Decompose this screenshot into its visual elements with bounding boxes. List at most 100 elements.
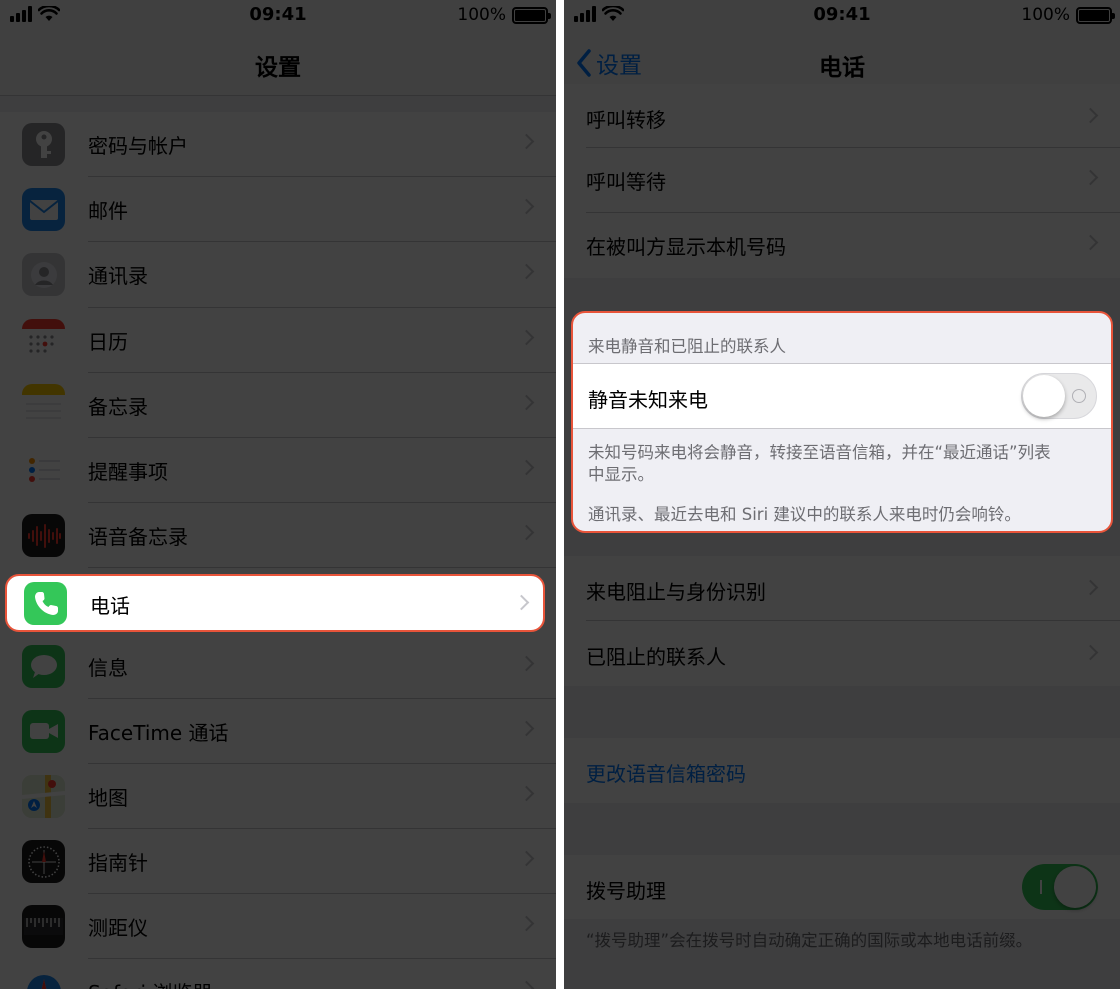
row-label: 更改语音信箱密码 [586,762,746,786]
show-caller-id-row[interactable]: 在被叫方显示本机号码 [564,213,1120,278]
measure-icon [22,905,65,949]
safari-icon [22,970,65,989]
settings-item-label: Safari 浏览器 [88,977,212,989]
settings-item-messages[interactable]: 信息 [0,634,556,699]
row-label: 在被叫方显示本机号码 [586,235,786,259]
settings-item-reminders[interactable]: 提醒事项 [0,438,556,504]
silence-unknown-callers-section: 来电静音和已阻止的联系人 静音未知来电 未知号码来电将会静音，转接至语音信箱，并… [571,311,1113,533]
chevron-right-icon [518,981,535,989]
blocked-contacts-row[interactable]: 已阻止的联系人 [564,621,1120,686]
voicemail-group: 更改语音信箱密码 [564,738,1120,803]
row-label: 静音未知来电 [588,388,708,412]
settings-item-label: 邮件 [88,199,128,224]
settings-item-label: 测距仪 [88,916,148,941]
row-label: 来电阻止与身份识别 [586,580,766,604]
status-bar: 09:41 100% [0,0,556,32]
silence-unknown-callers-toggle[interactable] [1021,373,1097,419]
contacts-icon [22,253,65,297]
dial-assist-row: 拨号助理 [564,855,1120,920]
chevron-right-icon [518,329,535,345]
row-label: 拨号助理 [586,879,666,903]
messages-icon [22,644,65,688]
settings-item-phone[interactable]: 电话 [5,574,545,632]
page-title: 电话 [819,55,865,81]
blocking-group: 来电阻止与身份识别 已阻止的联系人 [564,556,1120,686]
settings-screen: 09:41 100% 设置 密码与帐户 邮件 通讯录 日历 备忘录 提醒事项 语… [0,0,556,989]
settings-item-label: 地图 [88,785,128,810]
settings-item-label: 信息 [88,655,128,680]
key-icon [22,123,65,166]
settings-item-label: 语音备忘录 [88,525,188,550]
call-blocking-identification-row[interactable]: 来电阻止与身份识别 [564,556,1120,621]
page-title: 设置 [255,55,301,81]
battery-icon [512,6,551,24]
section-footer-line: 通讯录、最近去电和 Siri 建议中的联系人来电时仍会响铃。 [588,505,1021,524]
battery-percent: 100% [457,5,506,25]
settings-item-maps[interactable]: 地图 [0,764,556,830]
silence-unknown-callers-row: 静音未知来电 [573,363,1111,429]
chevron-right-icon [518,198,535,215]
chevron-right-icon [1082,644,1099,661]
call-settings-group: 呼叫转移 呼叫等待 在被叫方显示本机号码 [564,84,1120,278]
dial-assist-footer: “拨号助理”会在拨号时自动确定正确的国际或本地电话前缀。 [586,931,1033,950]
section-header: 来电静音和已阻止的联系人 [588,337,786,356]
phone-icon [24,582,67,625]
calendar-icon [22,318,65,362]
settings-item-label: FaceTime 通话 [88,720,229,745]
settings-item-contacts[interactable]: 通讯录 [0,242,556,308]
call-forwarding-row[interactable]: 呼叫转移 [564,84,1120,148]
reminders-icon [22,448,65,492]
facetime-icon [22,709,65,753]
mail-icon [22,188,65,232]
chevron-right-icon [1082,169,1099,186]
compass-icon [22,840,65,884]
settings-item-label: 电话 [90,594,130,618]
chevron-right-icon [518,394,535,411]
battery-percent: 100% [1021,5,1070,25]
chevron-right-icon [1082,107,1099,124]
chevron-right-icon [518,655,535,671]
section-footer-line: 未知号码来电将会静音，转接至语音信箱，并在“最近通话”列表 [588,443,1051,462]
maps-icon [22,774,65,818]
chevron-right-icon [518,459,535,476]
settings-item-notes[interactable]: 备忘录 [0,373,556,438]
dial-assist-group: 拨号助理 [564,855,1120,919]
settings-item-compass[interactable]: 指南针 [0,829,556,895]
settings-list: 密码与帐户 邮件 通讯录 日历 备忘录 提醒事项 语音备忘录 信息 FaceTi… [0,112,556,989]
settings-item-label: 通讯录 [88,264,148,289]
settings-item-measure[interactable]: 测距仪 [0,894,556,960]
settings-item-safari[interactable]: Safari 浏览器 [0,959,556,989]
section-footer-line: 中显示。 [588,465,654,484]
settings-item-mail[interactable]: 邮件 [0,177,556,243]
chevron-right-icon [518,850,535,867]
chevron-right-icon [1082,234,1099,251]
phone-settings-screen: 09:41 100% 设置 电话 呼叫转移 呼叫等待 在被叫方显示本机号码 来电… [564,0,1120,989]
chevron-right-icon [518,720,535,736]
chevron-right-icon [518,915,535,932]
chevron-right-icon [513,594,530,611]
row-label: 呼叫等待 [586,170,666,194]
chevron-right-icon [518,524,535,541]
dial-assist-toggle[interactable] [1022,864,1098,910]
settings-item-passwords[interactable]: 密码与帐户 [0,112,556,178]
call-waiting-row[interactable]: 呼叫等待 [564,148,1120,213]
settings-item-voice-memos[interactable]: 语音备忘录 [0,503,556,569]
chevron-right-icon [518,133,535,150]
notes-icon [22,383,65,427]
panel-divider [556,0,564,989]
chevron-right-icon [1082,579,1099,596]
settings-item-label: 提醒事项 [88,459,168,484]
settings-item-facetime[interactable]: FaceTime 通话 [0,699,556,764]
settings-item-label: 指南针 [88,851,148,876]
settings-item-label: 日历 [88,329,128,354]
settings-item-label: 密码与帐户 [88,134,188,158]
chevron-right-icon [518,264,535,280]
voice-memos-icon [22,514,65,558]
settings-item-label: 备忘录 [88,394,148,419]
chevron-right-icon [518,785,535,802]
status-bar: 09:41 100% [564,0,1120,32]
nav-bar: 设置 [0,32,556,96]
settings-item-calendar[interactable]: 日历 [0,308,556,373]
row-label: 呼叫转移 [586,108,666,132]
change-voicemail-password-link[interactable]: 更改语音信箱密码 [564,738,1120,803]
